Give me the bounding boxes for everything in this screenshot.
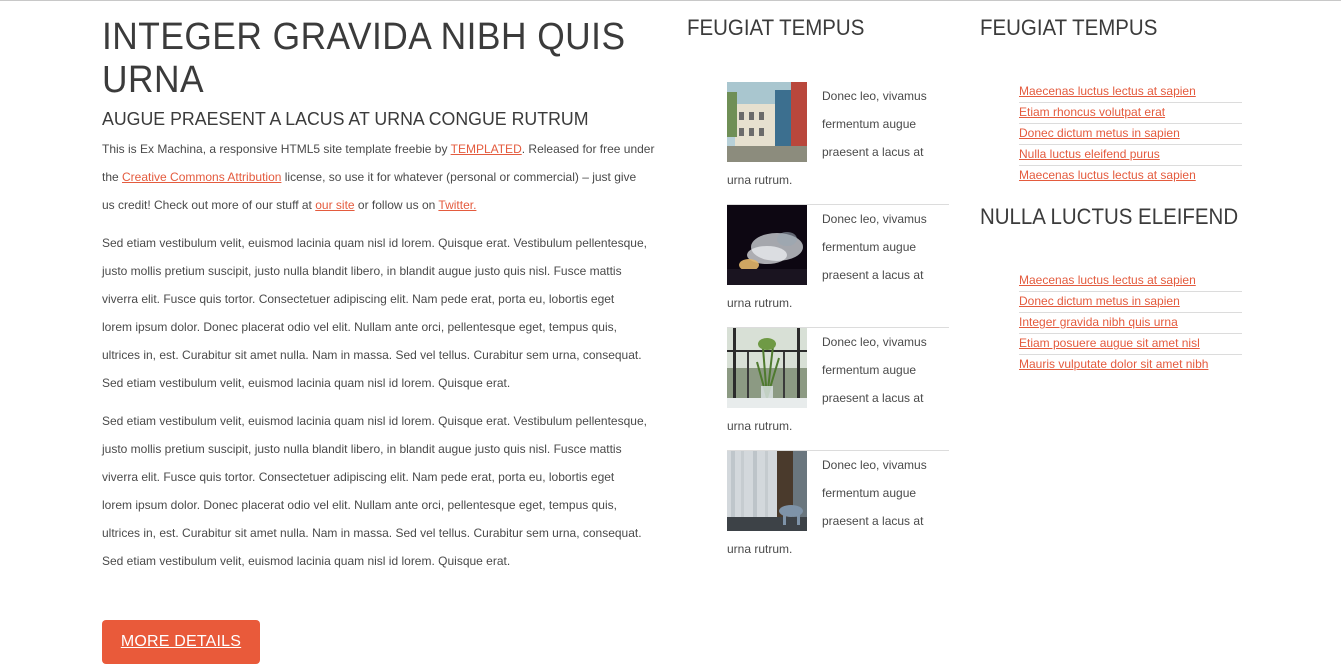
main-article: INTEGER GRAVIDA NIBH QUIS URNA AUGUE PRA… bbox=[102, 16, 658, 664]
plant-vase-balcony-photo bbox=[727, 328, 807, 408]
post-text: urna rutrum. bbox=[727, 173, 793, 187]
paragraph-line: justo mollis pretium suscipit, justo nul… bbox=[102, 264, 622, 278]
post-thumbnail[interactable] bbox=[727, 82, 822, 166]
post-text: Donec leo, vivamus bbox=[822, 89, 927, 103]
intro-paragraph: This is Ex Machina, a responsive HTML5 s… bbox=[102, 135, 658, 219]
intro-text-6: or follow us on bbox=[354, 198, 439, 212]
post-text: urna rutrum. bbox=[727, 419, 793, 433]
sidebar-link[interactable]: Maecenas luctus lectus at sapien bbox=[1019, 84, 1196, 98]
post-thumbnail[interactable] bbox=[727, 451, 822, 535]
post-text: fermentum augue bbox=[822, 117, 917, 131]
post-item: Donec leo, vivamus fermentum augue praes… bbox=[727, 82, 949, 205]
paragraph-line: lorem ipsum dolor. Donec placerat odio v… bbox=[102, 320, 617, 334]
intro-text-4: license, so use it for whatever (persona… bbox=[281, 170, 637, 184]
sidebar-link[interactable]: Integer gravida nibh quis urna bbox=[1019, 315, 1178, 329]
post-text: fermentum augue bbox=[822, 486, 917, 500]
list-item: Mauris vulputate dolor sit amet nibh bbox=[1019, 355, 1242, 376]
body-paragraph-2: Sed etiam vestibulum velit, euismod laci… bbox=[102, 407, 658, 575]
post-text: Donec leo, vivamus bbox=[822, 458, 927, 472]
post-thumbnail[interactable] bbox=[727, 328, 822, 412]
post-text: Donec leo, vivamus bbox=[822, 212, 927, 226]
list-item: Donec dictum metus in sapien bbox=[1019, 292, 1242, 313]
sidebar-link[interactable]: Maecenas luctus lectus at sapien bbox=[1019, 273, 1196, 287]
paragraph-line: justo mollis pretium suscipit, justo nul… bbox=[102, 442, 622, 456]
our-site-link[interactable]: our site bbox=[315, 198, 354, 212]
creative-commons-link[interactable]: Creative Commons Attribution bbox=[122, 170, 281, 184]
paragraph-line: viverra elit. Fusce quis tortor. Consect… bbox=[102, 292, 615, 306]
more-details-button[interactable]: MORE DETAILS bbox=[102, 620, 260, 664]
curtain-chair-photo bbox=[727, 451, 807, 531]
smoke-night-photo bbox=[727, 205, 807, 285]
paragraph-line: lorem ipsum dolor. Donec placerat odio v… bbox=[102, 498, 617, 512]
sidebar-link[interactable]: Maecenas luctus lectus at sapien bbox=[1019, 168, 1196, 182]
section-title: FEUGIAT TEMPUS bbox=[687, 15, 865, 40]
post-text: fermentum augue bbox=[822, 363, 917, 377]
post-item: Donec leo, vivamus fermentum augue praes… bbox=[727, 328, 949, 451]
intro-text-3: the bbox=[102, 170, 123, 184]
sidebar-link[interactable]: Donec dictum metus in sapien bbox=[1019, 294, 1180, 308]
intro-text-1: This is Ex Machina, a responsive HTML5 s… bbox=[102, 142, 451, 156]
paragraph-line: Sed etiam vestibulum velit, euismod laci… bbox=[102, 236, 647, 250]
page-title: INTEGER GRAVIDA NIBH QUIS URNA bbox=[102, 16, 626, 101]
post-item: Donec leo, vivamus fermentum augue praes… bbox=[727, 451, 949, 574]
sidebar-link[interactable]: Etiam posuere augue sit amet nisl bbox=[1019, 336, 1200, 350]
templated-link[interactable]: TEMPLATED bbox=[451, 142, 522, 156]
intro-text-2: . Released for free under bbox=[521, 142, 655, 156]
sidebar-link[interactable]: Nulla luctus eleifend purus bbox=[1019, 147, 1160, 161]
post-text: praesent a lacus at bbox=[822, 514, 924, 528]
sidebar-link[interactable]: Mauris vulputate dolor sit amet nibh bbox=[1019, 357, 1208, 371]
post-text: praesent a lacus at bbox=[822, 391, 924, 405]
post-list: Donec leo, vivamus fermentum augue praes… bbox=[727, 82, 949, 574]
feugiat-tempus-posts: FEUGIAT TEMPUS Donec leo, vivamus fermen… bbox=[687, 14, 949, 556]
link-list-1: Maecenas luctus lectus at sapien Etiam r… bbox=[1019, 82, 1242, 187]
section-title: NULLA LUCTUS ELEIFEND bbox=[980, 204, 1239, 229]
post-item: Donec leo, vivamus fermentum augue praes… bbox=[727, 205, 949, 328]
paragraph-line: ultrices in, est. Curabitur sit amet nul… bbox=[102, 348, 642, 362]
list-item: Donec dictum metus in sapien bbox=[1019, 124, 1242, 145]
list-item: Maecenas luctus lectus at sapien bbox=[1019, 82, 1242, 103]
town-buildings-photo bbox=[727, 82, 807, 162]
post-text: fermentum augue bbox=[822, 240, 917, 254]
page-subtitle: AUGUE PRAESENT A LACUS AT URNA CONGUE RU… bbox=[102, 108, 589, 129]
link-list-2: Maecenas luctus lectus at sapien Donec d… bbox=[1019, 271, 1242, 376]
list-item: Integer gravida nibh quis urna bbox=[1019, 313, 1242, 334]
post-text: praesent a lacus at bbox=[822, 145, 924, 159]
paragraph-line: Sed etiam vestibulum velit, euismod laci… bbox=[102, 376, 511, 390]
paragraph-line: Sed etiam vestibulum velit, euismod laci… bbox=[102, 554, 511, 568]
list-item: Maecenas luctus lectus at sapien bbox=[1019, 166, 1242, 187]
post-text: urna rutrum. bbox=[727, 296, 793, 310]
post-text: Donec leo, vivamus bbox=[822, 335, 927, 349]
list-item: Maecenas luctus lectus at sapien bbox=[1019, 271, 1242, 292]
twitter-link[interactable]: Twitter. bbox=[438, 198, 476, 212]
top-divider bbox=[0, 0, 1341, 1]
section-title: FEUGIAT TEMPUS bbox=[980, 15, 1158, 40]
body-paragraph-1: Sed etiam vestibulum velit, euismod laci… bbox=[102, 229, 658, 397]
post-thumbnail[interactable] bbox=[727, 205, 822, 289]
post-text: praesent a lacus at bbox=[822, 268, 924, 282]
sidebar-link[interactable]: Donec dictum metus in sapien bbox=[1019, 126, 1180, 140]
post-text: urna rutrum. bbox=[727, 542, 793, 556]
paragraph-line: Sed etiam vestibulum velit, euismod laci… bbox=[102, 414, 647, 428]
paragraph-line: ultrices in, est. Curabitur sit amet nul… bbox=[102, 526, 642, 540]
intro-text-5: us credit! Check out more of our stuff a… bbox=[102, 198, 316, 212]
paragraph-line: viverra elit. Fusce quis tortor. Consect… bbox=[102, 470, 615, 484]
list-item: Etiam rhoncus volutpat erat bbox=[1019, 103, 1242, 124]
sidebar-link[interactable]: Etiam rhoncus volutpat erat bbox=[1019, 105, 1165, 119]
list-item: Etiam posuere augue sit amet nisl bbox=[1019, 334, 1242, 355]
list-item: Nulla luctus eleifend purus bbox=[1019, 145, 1242, 166]
sidebar-links: FEUGIAT TEMPUS Maecenas luctus lectus at… bbox=[980, 14, 1242, 376]
